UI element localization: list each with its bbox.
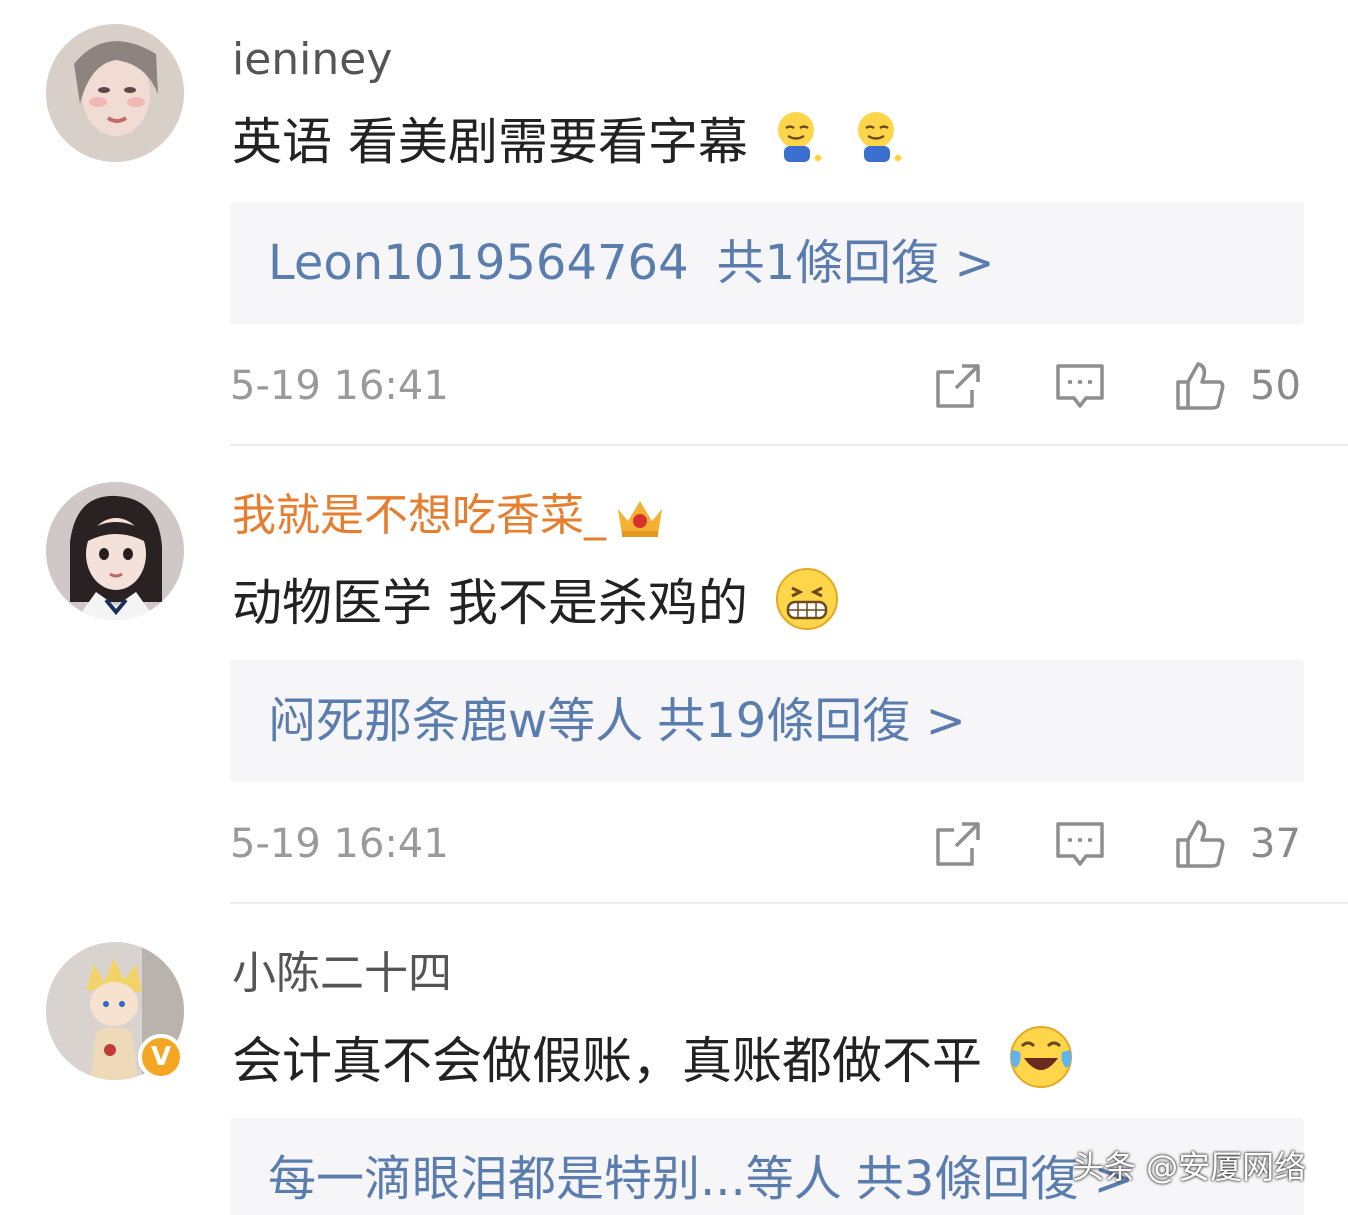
thumbs-up-icon[interactable]: [1174, 818, 1226, 870]
username[interactable]: 我就是不想吃香菜_: [232, 488, 666, 544]
sweat-smile-emoji: [774, 108, 828, 183]
verified-badge: V: [138, 1034, 184, 1080]
grin-emoji: [774, 566, 840, 647]
comment-text: 英语 看美剧需要看字幕: [232, 108, 908, 183]
reply-link[interactable]: 每一滴眼泪都是特别...等人 共3條回復 >: [268, 1148, 1134, 1210]
share-icon[interactable]: [932, 818, 984, 870]
comment-text: 动物医学 我不是杀鸡的: [232, 566, 840, 647]
thumbs-up-icon[interactable]: [1174, 360, 1226, 412]
reply-link[interactable]: Leon1019564764 共1條回復 >: [268, 232, 995, 294]
like-count: 37: [1250, 821, 1301, 867]
username[interactable]: ieniney: [232, 32, 392, 88]
comment-text: 会计真不会做假账，真账都做不平: [232, 1024, 1074, 1105]
divider: [230, 444, 1348, 446]
share-icon[interactable]: [932, 360, 984, 412]
divider: [230, 902, 1348, 904]
comment-icon[interactable]: [1054, 818, 1106, 870]
reply-preview[interactable]: 闷死那条鹿w等人 共19條回復 >: [230, 660, 1304, 782]
avatar[interactable]: [46, 482, 184, 620]
like-count: 50: [1250, 363, 1301, 409]
timestamp: 5-19 16:41: [230, 821, 449, 867]
comment-icon[interactable]: [1054, 360, 1106, 412]
comment-meta: 5-19 16:41 37: [230, 814, 1304, 874]
laugh-cry-emoji: [1008, 1024, 1074, 1105]
avatar[interactable]: [46, 24, 184, 162]
comment-meta: 5-19 16:41 50: [230, 356, 1304, 416]
timestamp: 5-19 16:41: [230, 363, 449, 409]
sweat-smile-emoji: [854, 108, 908, 183]
username[interactable]: 小陈二十四: [232, 946, 452, 1002]
reply-link[interactable]: 闷死那条鹿w等人 共19條回復 >: [268, 690, 966, 752]
reply-preview[interactable]: Leon1019564764 共1條回復 >: [230, 202, 1304, 324]
crown-icon: [618, 501, 662, 537]
watermark: 头条 @安厦网络: [1072, 1148, 1307, 1186]
